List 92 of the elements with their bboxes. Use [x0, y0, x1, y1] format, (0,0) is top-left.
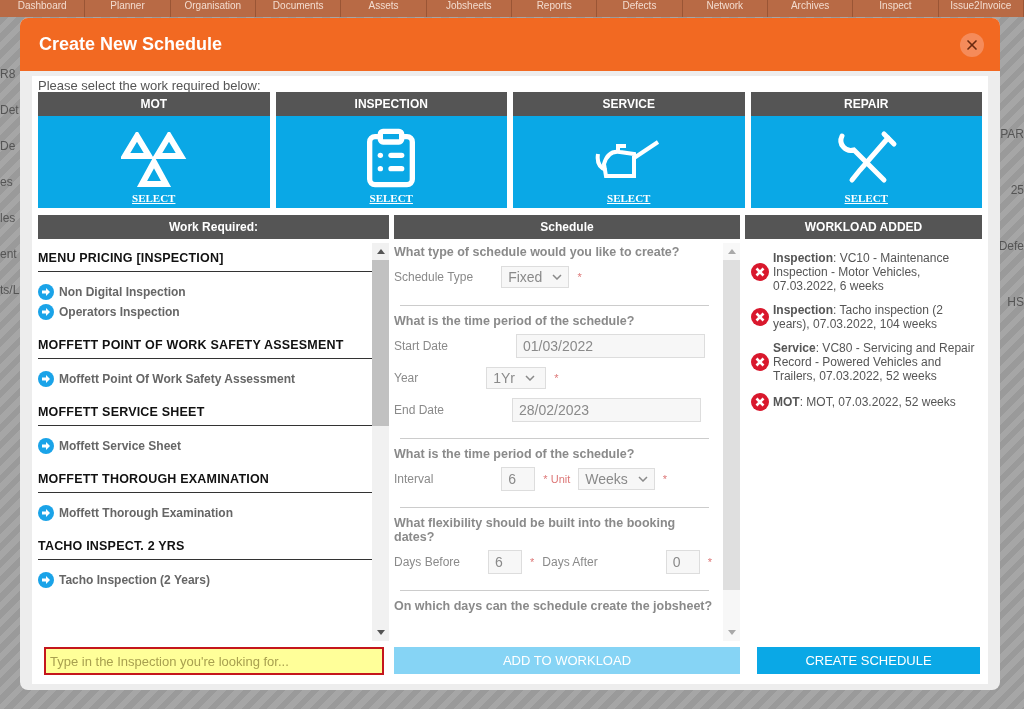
- arrow-right-icon: [38, 505, 54, 521]
- required-mark: *: [662, 473, 668, 485]
- field-label: Start Date: [394, 339, 449, 353]
- nav-item[interactable]: Dashboard: [0, 0, 86, 17]
- select-link[interactable]: SELECT: [844, 192, 888, 204]
- tile-header: SERVICE: [513, 92, 745, 116]
- workload-entry: Inspection: Tacho inspection (2 years), 07.03.2022, 104 weeks: [773, 303, 944, 331]
- form-question: What type of schedule would you like to create?: [394, 245, 681, 259]
- form-question: What is the time period of the schedule?: [394, 447, 636, 461]
- work-type-tile[interactable]: SELECT: [275, 116, 507, 208]
- nav-item[interactable]: Planner: [85, 0, 171, 17]
- background-text: Defe: [998, 239, 1024, 253]
- remove-icon[interactable]: [751, 308, 769, 326]
- search-field[interactable]: Type in the Inspection you're looking for...: [44, 647, 384, 675]
- scrollbar[interactable]: [372, 243, 389, 641]
- arrow-right-icon: [38, 438, 54, 454]
- inspection-item[interactable]: Tacho Inspection (2 Years): [38, 572, 372, 588]
- tile-header: REPAIR: [750, 92, 982, 116]
- group-heading: MOFFETT SERVICE SHEET: [38, 405, 372, 426]
- tile-header: INSPECTION: [275, 92, 507, 116]
- background-text: R8: [0, 67, 16, 81]
- chevron-down-icon: [637, 476, 648, 482]
- group-heading: MOFFETT POINT OF WORK SAFETY ASSESMENT: [38, 338, 372, 359]
- inspection-item[interactable]: Non Digital Inspection: [38, 284, 372, 300]
- field-label: Schedule Type: [394, 270, 474, 284]
- group-heading: TACHO INSPECT. 2 YRS: [38, 539, 372, 560]
- required-mark: * Unit: [543, 473, 571, 485]
- triangles-icon: [120, 132, 187, 190]
- tile-header: MOT: [38, 92, 270, 116]
- arrow-right-icon: [38, 284, 54, 300]
- nav-item[interactable]: Jobsheets: [426, 0, 512, 17]
- work-type-tile[interactable]: SELECT: [38, 116, 270, 208]
- remove-icon[interactable]: [751, 353, 769, 371]
- column-header: Schedule: [394, 215, 740, 239]
- group-heading: MOFFETT THOROUGH EXAMINATION: [38, 472, 372, 493]
- nav-item[interactable]: Network: [682, 0, 768, 17]
- nav-item[interactable]: Defects: [597, 0, 683, 17]
- close-button[interactable]: [960, 32, 984, 57]
- column-header: WORKLOAD ADDED: [745, 215, 982, 239]
- background-text: ent: [0, 247, 17, 261]
- nav-item[interactable]: Issue2Invoice: [938, 0, 1024, 17]
- nav-item[interactable]: Assets: [341, 0, 427, 17]
- field-label: End Date: [394, 403, 445, 417]
- group-heading: MENU PRICING [INSPECTION]: [38, 251, 372, 272]
- inspection-item[interactable]: Operators Inspection: [38, 304, 372, 320]
- form-question: What is the time period of the schedule?: [394, 314, 636, 328]
- required-mark: *: [707, 556, 712, 568]
- field-label: Interval: [394, 472, 434, 486]
- background-text: Det: [0, 103, 19, 117]
- nav-item[interactable]: Reports: [511, 0, 598, 17]
- work-type-tile[interactable]: SELECT: [750, 116, 982, 208]
- form-question: On which days can the schedule create the jobsheet?: [394, 599, 714, 613]
- background-text: ts/L: [0, 283, 20, 297]
- background-text: es: [0, 175, 13, 189]
- background-text: De: [0, 139, 16, 153]
- background-text: les: [0, 211, 16, 225]
- workload-entry: Inspection: VC10 - Maintenance Inspection - Motor Vehicles, 07.03.2022, 6 weeks: [773, 251, 951, 293]
- required-mark: *: [530, 556, 535, 568]
- modal-title: Create New Schedule: [39, 34, 223, 55]
- nav-item[interactable]: Inspect: [853, 0, 939, 17]
- background-text: HS: [1007, 295, 1024, 309]
- nav-item[interactable]: Documents: [256, 0, 342, 17]
- nav-item[interactable]: Organisation: [170, 0, 256, 17]
- field-label: Days After: [542, 555, 598, 569]
- select-link[interactable]: SELECT: [132, 192, 176, 204]
- create-schedule-button[interactable]: CREATE SCHEDULE: [757, 647, 980, 674]
- intro-text: Please select the work required below:: [38, 79, 262, 92]
- inspection-item[interactable]: Moffett Service Sheet: [38, 438, 372, 454]
- workload-entry: MOT: MOT, 07.03.2022, 52 weeks: [773, 395, 956, 409]
- form-question: What flexibility should be built into the booking dates?: [394, 516, 677, 544]
- remove-icon[interactable]: [751, 393, 769, 411]
- workload-entry: Service: VC80 - Servicing and Repair Record - Powered Vehicles and Trailers, 07.03.2022, 52 weeks: [773, 341, 976, 383]
- select-link[interactable]: SELECT: [607, 192, 651, 204]
- nav-item[interactable]: Archives: [767, 0, 854, 17]
- work-type-tile[interactable]: SELECT: [513, 116, 745, 208]
- background-text: 25: [1010, 183, 1024, 197]
- required-mark: *: [554, 372, 559, 384]
- select-link[interactable]: SELECT: [369, 192, 413, 204]
- column-header: Work Required:: [38, 215, 389, 239]
- field-label: Year: [394, 371, 419, 385]
- inspection-item[interactable]: Moffett Point Of Work Safety Assessment: [38, 371, 372, 387]
- arrow-right-icon: [38, 371, 54, 387]
- field-label: Days Before: [394, 555, 461, 569]
- background-text: PAR: [1000, 127, 1024, 141]
- inspection-item[interactable]: Moffett Thorough Examination: [38, 505, 372, 521]
- chevron-down-icon: [525, 375, 536, 381]
- arrow-right-icon: [38, 572, 54, 588]
- scrollbar[interactable]: [723, 243, 740, 641]
- remove-icon[interactable]: [751, 263, 769, 281]
- arrow-right-icon: [38, 304, 54, 320]
- chevron-down-icon: [552, 274, 563, 280]
- required-mark: *: [577, 271, 582, 283]
